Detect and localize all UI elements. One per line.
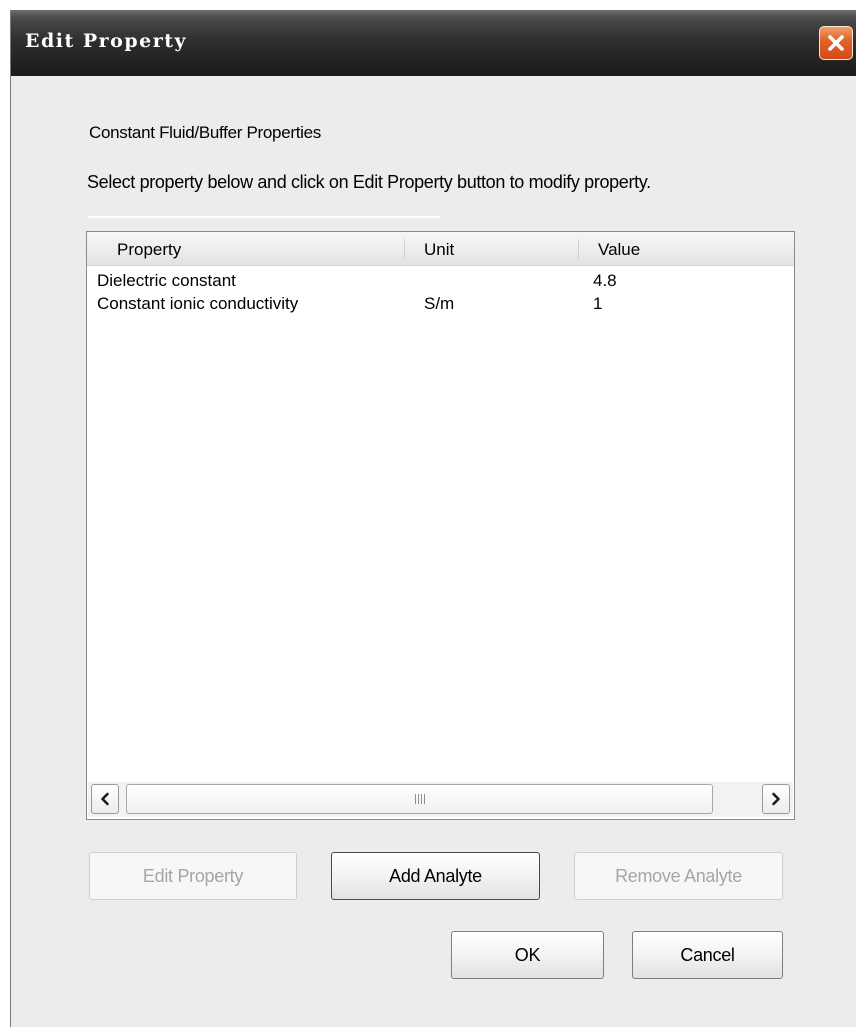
divider (88, 216, 440, 218)
table-row[interactable]: Constant ionic conductivity S/m 1 (87, 293, 794, 315)
column-divider[interactable] (404, 239, 405, 259)
close-button[interactable] (819, 26, 853, 60)
cell-value: 1 (593, 294, 603, 313)
edit-property-button[interactable]: Edit Property (89, 852, 297, 900)
cell-property: Constant ionic conductivity (97, 294, 299, 313)
cell-value: 4.8 (593, 271, 617, 290)
column-header-property[interactable]: Property (117, 232, 181, 266)
grip-icon (414, 794, 425, 804)
column-header-value[interactable]: Value (598, 232, 640, 266)
scroll-left-button[interactable] (91, 784, 119, 814)
cell-unit: S/m (424, 294, 455, 313)
window-title: Edit Property (25, 30, 188, 52)
edit-property-dialog: Edit Property Constant Fluid/Buffer Prop… (10, 10, 856, 1027)
scroll-thumb[interactable] (126, 784, 713, 814)
ok-button[interactable]: OK (451, 931, 604, 979)
section-heading: Constant Fluid/Buffer Properties (89, 123, 321, 142)
cell-property: Dielectric constant (97, 271, 236, 290)
scroll-right-button[interactable] (762, 784, 790, 814)
chevron-left-icon (101, 792, 109, 806)
table-row[interactable]: Dielectric constant 4.8 (87, 270, 794, 292)
close-icon (828, 35, 844, 51)
add-analyte-button[interactable]: Add Analyte (331, 852, 540, 900)
instructions-text: Select property below and click on Edit … (87, 172, 651, 192)
title-bar[interactable]: Edit Property (11, 10, 856, 76)
cancel-button[interactable]: Cancel (632, 931, 783, 979)
list-header: Property Unit Value (87, 232, 794, 266)
column-divider[interactable] (578, 239, 579, 259)
property-list[interactable]: Property Unit Value Dielectric constant … (86, 231, 795, 820)
remove-analyte-button[interactable]: Remove Analyte (574, 852, 783, 900)
column-header-unit[interactable]: Unit (424, 232, 454, 266)
chevron-right-icon (772, 792, 780, 806)
horizontal-scrollbar[interactable] (88, 782, 793, 817)
